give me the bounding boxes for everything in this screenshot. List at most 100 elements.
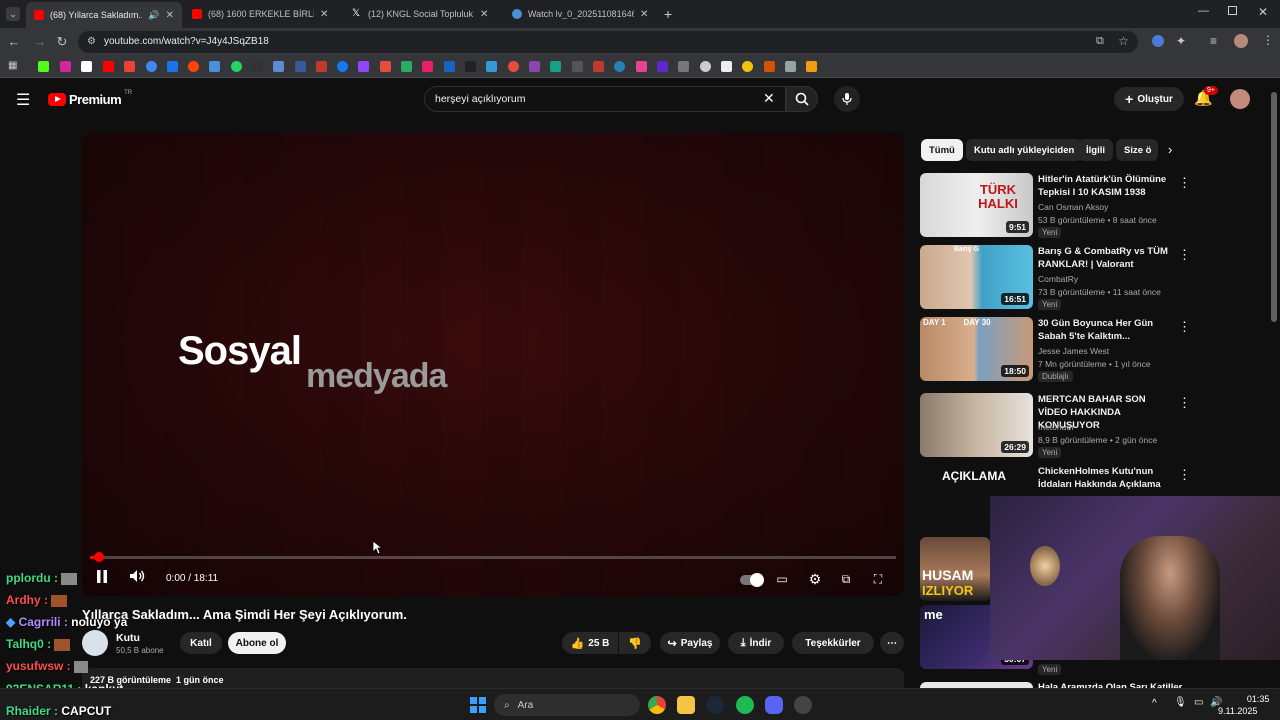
more-options-icon[interactable]: ⋮ (1178, 175, 1191, 191)
like-button[interactable]: 👍 25 B (562, 632, 618, 654)
search-button[interactable] (786, 86, 818, 112)
more-options-icon[interactable]: ⋮ (1178, 467, 1191, 483)
account-avatar[interactable] (1230, 89, 1250, 109)
more-options-icon[interactable]: ⋮ (1178, 247, 1191, 263)
reload-icon[interactable]: ↻ (54, 34, 70, 50)
google-icon[interactable] (146, 61, 157, 72)
browser-tab-2[interactable]: (68) 1600 ERKEKLE BİRLİKTE OL ✕ (184, 4, 342, 24)
bookmark-icon[interactable] (252, 61, 263, 72)
more-options-icon[interactable]: ⋮ (1178, 395, 1191, 411)
bookmark-icon[interactable] (550, 61, 561, 72)
bookmark-icon[interactable] (209, 61, 220, 72)
bookmark-icon[interactable] (273, 61, 284, 72)
bookmark-icon[interactable] (678, 61, 689, 72)
channel-avatar[interactable] (82, 630, 108, 656)
twitch-icon[interactable] (358, 61, 369, 72)
clear-search-icon[interactable]: ✕ (763, 90, 775, 107)
more-options-icon[interactable]: ⋮ (1178, 319, 1191, 335)
bookmark-icon[interactable] (572, 61, 583, 72)
bookmark-icon[interactable] (167, 61, 178, 72)
thanks-button[interactable]: Teşekkürler (792, 632, 874, 654)
miniplayer-icon[interactable]: ⧉ (838, 569, 854, 589)
chip-related[interactable]: İlgili (1078, 139, 1113, 161)
discord-icon[interactable] (765, 696, 783, 714)
close-tab-icon[interactable]: ✕ (320, 9, 328, 20)
close-tab-icon[interactable]: ✕ (640, 9, 648, 20)
recommended-video[interactable]: Barış G 16:51 Barış G & CombatRy vs TÜM … (920, 245, 1260, 311)
autoplay-toggle[interactable] (740, 569, 764, 589)
microphone-tray-icon[interactable]: 🎙 (1174, 697, 1187, 708)
subtitles-icon[interactable]: ▭ (774, 569, 790, 589)
bookmark-icon[interactable] (422, 61, 433, 72)
close-window-icon[interactable]: ✕ (1258, 5, 1268, 19)
recommended-video[interactable]: 26:29 MERTCAN BAHAR SON VİDEO HAKKINDA K… (920, 393, 1260, 459)
recommended-video[interactable]: TÜRK HALKI 9:51 Hitler'in Atatürk'ün Ölü… (920, 173, 1260, 239)
address-bar[interactable]: ⚙ youtube.com/watch?v=J4y4JSqZB18 ⧉ ☆ (78, 31, 1138, 53)
bookmark-icon[interactable] (806, 61, 817, 72)
bookmark-icon[interactable] (444, 61, 455, 72)
bookmark-icon[interactable] (636, 61, 647, 72)
bookmark-icon[interactable] (486, 61, 497, 72)
youtube-logo[interactable]: Premium TR (48, 90, 132, 107)
dislike-button[interactable]: 👎 (619, 632, 651, 654)
gmail-icon[interactable] (124, 61, 135, 72)
bookmark-icon[interactable] (700, 61, 711, 72)
media-control-icon[interactable]: ≡ (1210, 34, 1217, 48)
steam-icon[interactable] (706, 696, 724, 714)
volume-button[interactable] (128, 569, 146, 589)
youtube-icon[interactable] (103, 61, 114, 72)
recommended-video[interactable]: DAY 1 DAY 30 18:50 30 Gün Boyunca Her Gü… (920, 317, 1260, 383)
progress-scrubber[interactable] (94, 552, 104, 562)
share-button[interactable]: ↪ Paylaş (660, 632, 720, 654)
browser-tab-4[interactable]: Watch lv_0_20251108164650 | S ✕ (504, 4, 662, 24)
chrome-icon[interactable] (648, 696, 666, 714)
chip-all[interactable]: Tümü (921, 139, 963, 161)
settings-gear-icon[interactable]: ⚙ (806, 569, 824, 589)
back-icon[interactable]: ← (6, 34, 22, 50)
new-tab-icon[interactable]: + (664, 6, 672, 22)
apps-grid-icon[interactable]: ▦ (8, 61, 19, 72)
network-icon[interactable]: ▭ (1194, 697, 1203, 708)
voice-search-button[interactable] (834, 86, 860, 112)
extensions-puzzle-icon[interactable]: ✦ (1176, 34, 1186, 48)
hamburger-menu-icon[interactable]: ☰ (16, 90, 30, 110)
chip-from-uploader[interactable]: Kutu adlı yükleyiciden (966, 139, 1083, 161)
extension-icon[interactable] (1152, 35, 1164, 47)
page-scrollbar[interactable] (1270, 82, 1278, 688)
fullscreen-icon[interactable]: ⛶ (870, 569, 886, 589)
more-actions-button[interactable]: ⋯ (880, 632, 904, 654)
file-explorer-icon[interactable] (677, 696, 695, 714)
bookmark-star-icon[interactable]: ☆ (1118, 34, 1129, 48)
spotify-icon[interactable] (736, 696, 754, 714)
tray-chevron-icon[interactable]: ^ (1152, 698, 1157, 709)
join-button[interactable]: Katıl (180, 632, 222, 654)
pause-button[interactable] (94, 569, 110, 589)
bookmark-icon[interactable] (529, 61, 540, 72)
windows-start-icon[interactable] (470, 697, 486, 713)
bookmark-icon[interactable] (508, 61, 519, 72)
progress-bar[interactable] (90, 552, 896, 562)
subscribe-button[interactable]: Abone ol (228, 632, 286, 654)
close-tab-icon[interactable]: ✕ (166, 10, 174, 21)
search-input[interactable]: herşeyi açıklıyorum ✕ (424, 86, 786, 112)
scrollbar-thumb[interactable] (1271, 92, 1277, 322)
site-info-icon[interactable]: ⚙ (87, 36, 96, 47)
bookmark-icon[interactable] (721, 61, 732, 72)
whatsapp-icon[interactable] (231, 61, 242, 72)
download-button[interactable]: ⤓ İndir (728, 632, 784, 654)
tab-list-icon[interactable]: ⌄ (6, 7, 20, 21)
instagram-icon[interactable] (60, 61, 71, 72)
bookmark-icon[interactable] (657, 61, 668, 72)
bookmark-icon[interactable] (742, 61, 753, 72)
kick-icon[interactable] (38, 61, 49, 72)
chip-for-you[interactable]: Size ö (1116, 139, 1158, 161)
create-button[interactable]: + Oluştur (1114, 87, 1184, 111)
facebook-icon[interactable] (337, 61, 348, 72)
bookmark-icon[interactable] (401, 61, 412, 72)
bookmark-icon[interactable] (785, 61, 796, 72)
app-icon[interactable] (794, 696, 812, 714)
recommended-thumbnail[interactable]: HUSAM IZLIYOR (920, 537, 990, 601)
bookmark-icon[interactable] (614, 61, 625, 72)
profile-avatar-icon[interactable] (1234, 34, 1248, 48)
bookmark-icon[interactable] (593, 61, 604, 72)
